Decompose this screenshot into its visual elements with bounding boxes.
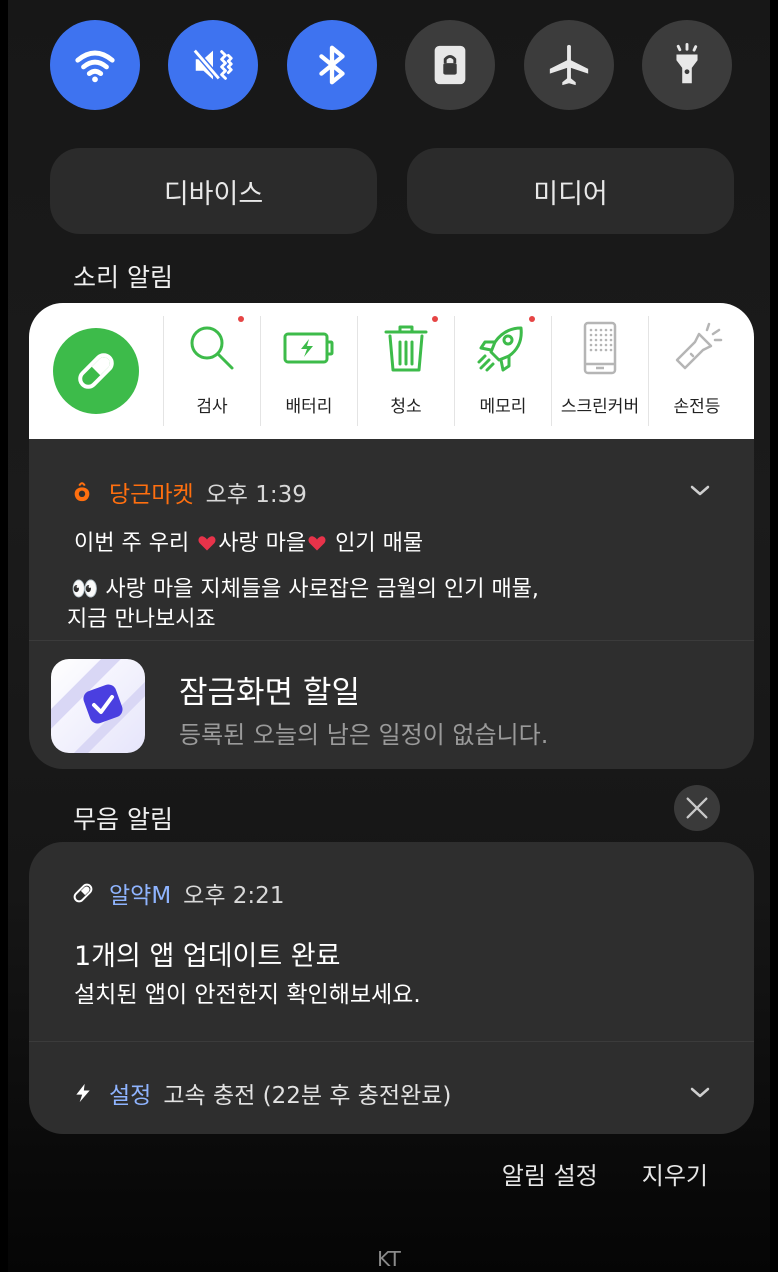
device-button[interactable]: 디바이스 [50, 148, 377, 234]
daangn-body: 👀 사랑 마을 지체들을 사로잡은 금월의 인기 매물, 지금 만나보시죠 [67, 577, 539, 632]
carrier-label: KT [377, 1247, 401, 1271]
sound-notifications-card: 검사 배터리 청소 메모리 스크린커버 손전등 당근마켓 오후 1:39 이번 … [29, 303, 754, 769]
phone-screen-icon [583, 321, 617, 375]
silent-notifications-card: 알약M 오후 2:21 1개의 앱 업데이트 완료 설치된 앱이 안전한지 확인… [29, 842, 754, 1134]
clear-silent-button[interactable] [674, 785, 720, 831]
panel-buttons: 디바이스 미디어 [50, 148, 734, 234]
rocket-icon [477, 326, 523, 372]
trash-icon [384, 325, 428, 372]
tool-flashlight[interactable]: 손전등 [648, 316, 745, 426]
tool-scan[interactable]: 검사 [163, 316, 260, 426]
battery-icon [283, 332, 334, 364]
airplane-icon [549, 44, 588, 86]
lock-rotation-icon [434, 45, 466, 85]
pill-icon [73, 883, 93, 903]
tool-clean[interactable]: 청소 [357, 316, 454, 426]
new-badge-dot [529, 316, 535, 322]
settings-text: 고속 충전 (22분 후 충전완료) [163, 1083, 452, 1109]
flashlight-icon [676, 42, 698, 84]
tool-battery[interactable]: 배터리 [260, 316, 357, 426]
todo-app-icon [51, 659, 145, 753]
sound-notifications-label: 소리 알림 [73, 263, 173, 292]
tool-screen-cover[interactable]: 스크린커버 [551, 316, 648, 426]
daangn-time: 오후 1:39 [205, 482, 307, 508]
new-badge-dot [238, 316, 244, 322]
heart-icon [198, 536, 216, 551]
clear-all-button[interactable]: 지우기 [642, 1156, 708, 1191]
yakm-title: 1개의 앱 업데이트 완료 [74, 941, 341, 972]
wifi-toggle[interactable] [50, 20, 140, 110]
tool-memory[interactable]: 메모리 [454, 316, 551, 426]
chevron-down-icon[interactable] [685, 1077, 715, 1107]
yakm-notification-header[interactable]: 알약M 오후 2:21 [71, 876, 284, 910]
notification-shade: 디바이스 미디어 소리 알림 검사 배터리 청소 메모리 스크린커버 손전등 당… [0, 0, 778, 1272]
magnifier-icon [190, 326, 234, 370]
chevron-down-icon[interactable] [685, 475, 715, 505]
security-tool-strip: 검사 배터리 청소 메모리 스크린커버 손전등 [29, 303, 754, 439]
new-badge-dot [432, 316, 438, 322]
screen-lock-toggle[interactable] [405, 20, 496, 110]
todo-title: 잠금화면 할일 [179, 675, 360, 711]
wifi-icon [75, 50, 115, 83]
mute-vibrate-icon [193, 48, 234, 81]
airplane-toggle[interactable] [523, 20, 614, 110]
heart-icon [308, 536, 326, 551]
mute-toggle[interactable] [168, 20, 259, 110]
lightning-icon [76, 1083, 90, 1103]
media-button[interactable]: 미디어 [407, 148, 734, 234]
eyes-emoji: 👀 [71, 577, 99, 602]
notification-footer: 알림 설정 지우기 [502, 1156, 708, 1191]
pill-app-button[interactable] [53, 328, 139, 414]
settings-notification-header[interactable]: 설정 고속 충전 (22분 후 충전완료) [73, 1076, 451, 1110]
flashlight-icon [675, 322, 723, 370]
daangn-title: 이번 주 우리 사랑 마을 인기 매물 [74, 531, 424, 556]
flashlight-toggle[interactable] [641, 20, 732, 110]
notification-settings-button[interactable]: 알림 설정 [502, 1156, 598, 1191]
daangn-notification-header[interactable]: 당근마켓 오후 1:39 [71, 475, 307, 509]
settings-app-name: 설정 [109, 1083, 152, 1109]
pill-icon [78, 353, 114, 389]
yakm-app-name: 알약M [109, 883, 172, 909]
bluetooth-icon [319, 45, 345, 85]
yakm-time: 오후 2:21 [183, 883, 285, 909]
quick-toggles [50, 20, 732, 110]
carrot-market-icon [74, 482, 90, 502]
close-icon [686, 797, 708, 819]
silent-notifications-label: 무음 알림 [73, 805, 173, 834]
bluetooth-toggle[interactable] [286, 20, 377, 110]
daangn-app-name: 당근마켓 [109, 482, 194, 508]
yakm-body: 설치된 앱이 안전한지 확인해보세요. [74, 982, 421, 1008]
todo-subtitle: 등록된 오늘의 남은 일정이 없습니다. [179, 721, 549, 749]
